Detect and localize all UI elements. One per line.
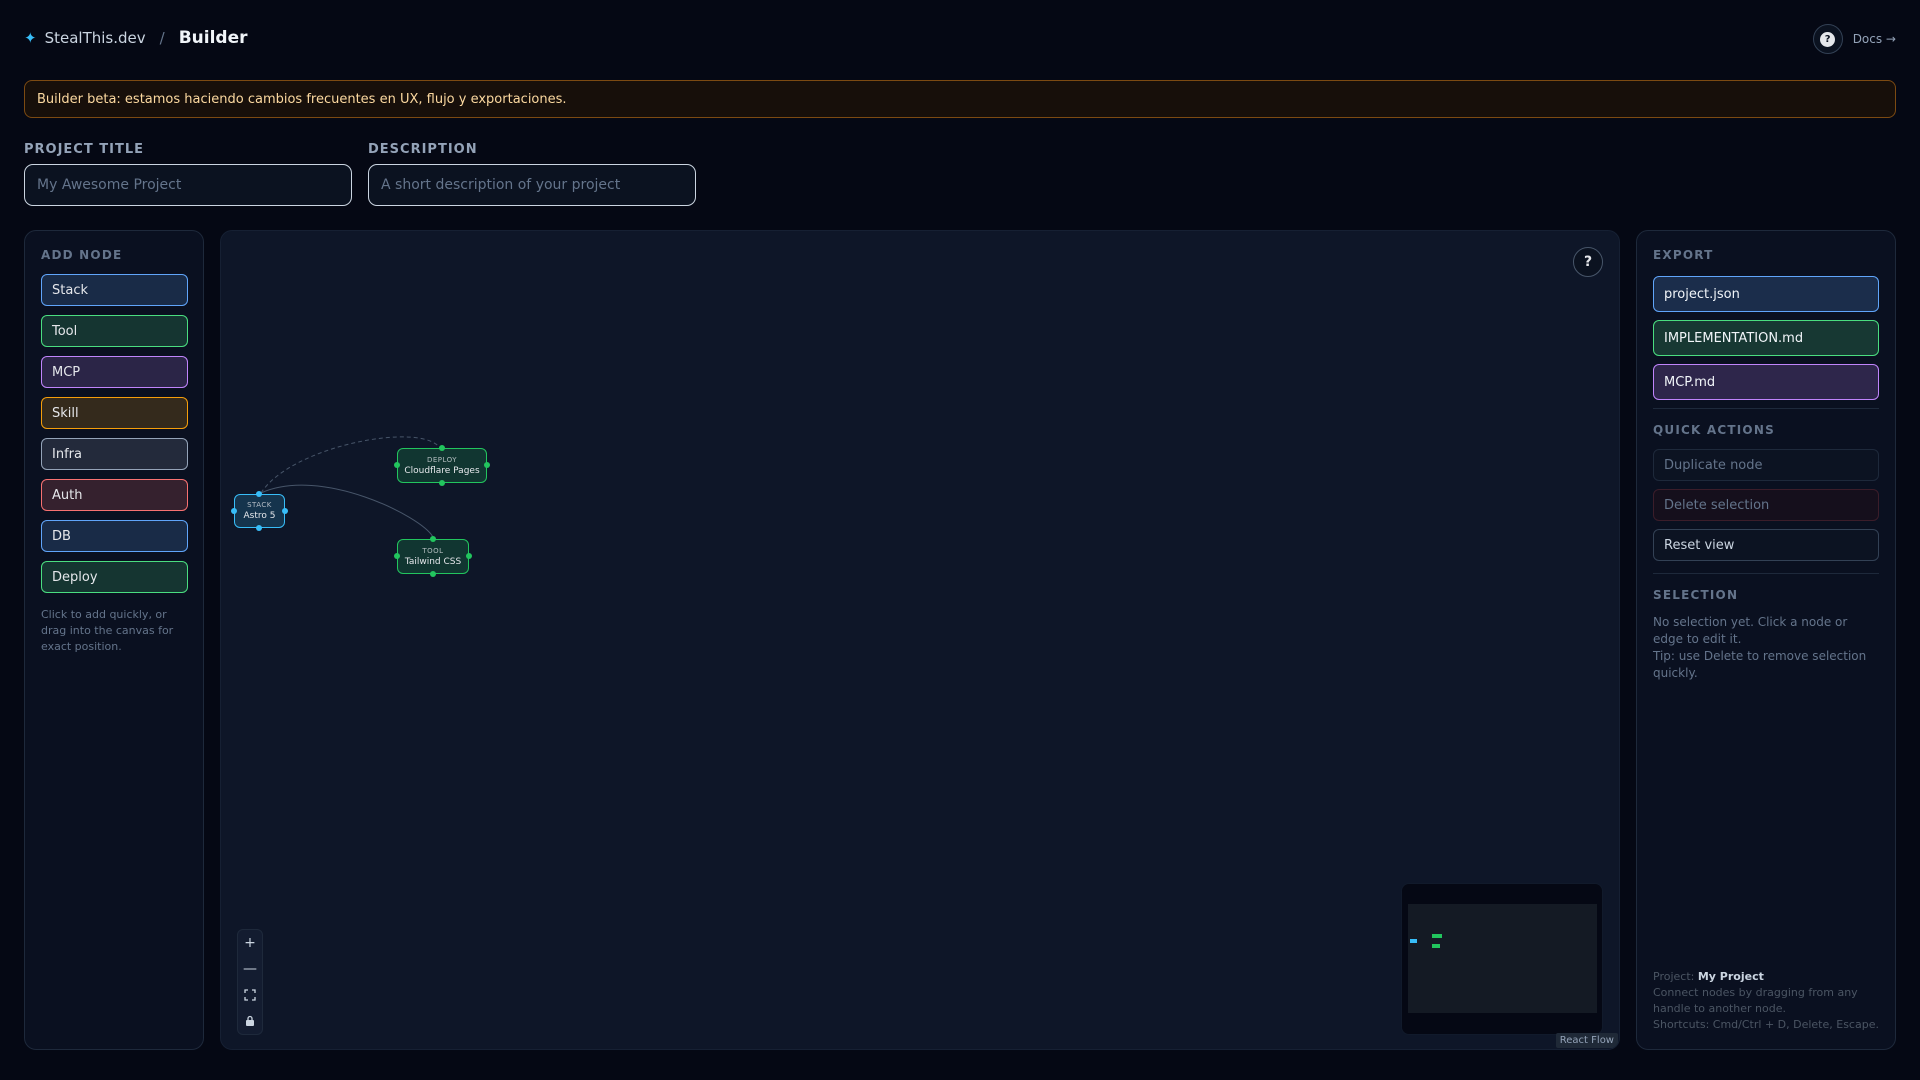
docs-link[interactable]: ? Docs → <box>1812 24 1896 54</box>
page-title: Builder <box>178 28 248 48</box>
add-node-deploy-button[interactable]: Deploy <box>41 561 188 593</box>
add-node-skill-button[interactable]: Skill <box>41 397 188 429</box>
minimap-node <box>1432 934 1442 938</box>
docs-label: Docs → <box>1852 32 1896 46</box>
node-handle[interactable] <box>231 508 237 514</box>
breadcrumb: ✦ StealThis.dev / Builder <box>24 28 247 48</box>
add-node-db-button[interactable]: DB <box>41 520 188 552</box>
export-list: project.json IMPLEMENTATION.md MCP.md <box>1653 276 1879 400</box>
node-handle[interactable] <box>439 480 445 486</box>
node-kind: TOOL <box>422 546 444 555</box>
app-header: ✦ StealThis.dev / Builder ? Docs → <box>24 24 1896 54</box>
add-node-stack-button[interactable]: Stack <box>41 274 188 306</box>
node-kind: DEPLOY <box>426 455 458 464</box>
project-label: Project: <box>1653 970 1695 983</box>
minimap[interactable] <box>1401 883 1603 1035</box>
node-name: Cloudflare Pages <box>404 465 480 476</box>
minimap-viewport <box>1408 904 1597 1013</box>
add-node-hint: Click to add quickly, or drag into the c… <box>41 608 174 653</box>
react-flow-attribution[interactable]: React Flow <box>1555 1033 1618 1048</box>
canvas-help-button[interactable]: ? <box>1573 247 1603 277</box>
connect-help-text: Connect nodes by dragging from any handl… <box>1653 986 1858 1015</box>
beta-banner: Builder beta: estamos haciendo cambios f… <box>24 80 1896 118</box>
node-handle[interactable] <box>256 491 262 497</box>
node-handle[interactable] <box>484 462 490 468</box>
zoom-controls: + — <box>237 929 263 1035</box>
zoom-out-button[interactable]: — <box>237 956 263 982</box>
description-input[interactable] <box>368 164 696 206</box>
quick-actions-title: QUICK ACTIONS <box>1653 423 1775 437</box>
project-title-label: PROJECT TITLE <box>24 142 144 157</box>
beta-banner-text: Builder beta: estamos haciendo cambios f… <box>37 91 567 107</box>
export-project-json-button[interactable]: project.json <box>1653 276 1879 312</box>
add-node-auth-button[interactable]: Auth <box>41 479 188 511</box>
description-label: DESCRIPTION <box>368 142 478 157</box>
fit-view-button[interactable] <box>237 982 263 1008</box>
export-mcp-md-button[interactable]: MCP.md <box>1653 364 1879 400</box>
node-handle[interactable] <box>466 553 472 559</box>
minimap-node <box>1410 939 1417 943</box>
node-kind: STACK <box>247 501 272 509</box>
fit-view-icon <box>244 989 256 1001</box>
export-title: EXPORT <box>1653 248 1714 262</box>
export-panel: EXPORT project.json IMPLEMENTATION.md MCP.… <box>1636 230 1896 1050</box>
node-handle[interactable] <box>394 462 400 468</box>
duplicate-node-button[interactable]: Duplicate node <box>1653 449 1879 481</box>
site-name-link[interactable]: StealThis.dev <box>45 29 146 47</box>
lock-icon <box>246 1015 254 1026</box>
lock-button[interactable] <box>237 1008 263 1034</box>
add-node-title: ADD NODE <box>41 248 123 262</box>
sparkle-icon: ✦ <box>24 29 37 47</box>
divider <box>1653 408 1879 409</box>
node-handle[interactable] <box>256 525 262 531</box>
node-name: Tailwind CSS <box>404 556 462 567</box>
add-node-mcp-button[interactable]: MCP <box>41 356 188 388</box>
add-node-panel: ADD NODE Stack Tool MCP Skill Infra Auth DB Dep… <box>24 230 204 1050</box>
selection-title: SELECTION <box>1653 588 1739 602</box>
node-name: Astro 5 <box>243 511 276 521</box>
node-handle[interactable] <box>394 553 400 559</box>
shortcuts-text: Shortcuts: Cmd/Ctrl + D, Delete, Escape. <box>1653 1018 1879 1031</box>
project-footer: Project: My Project Connect nodes by dra… <box>1653 969 1879 1033</box>
add-node-list: Stack Tool MCP Skill Infra Auth DB Deploy <box>41 274 188 593</box>
selection-tip-text: Tip: use Delete to remove selection quic… <box>1653 649 1867 680</box>
zoom-in-button[interactable]: + <box>237 930 263 956</box>
export-implementation-md-button[interactable]: IMPLEMENTATION.md <box>1653 320 1879 356</box>
flow-node-stack[interactable]: STACK Astro 5 <box>234 494 285 528</box>
flow-node-tool[interactable]: TOOL Tailwind CSS <box>397 539 469 574</box>
add-node-tool-button[interactable]: Tool <box>41 315 188 347</box>
minimap-node <box>1432 944 1440 948</box>
help-button[interactable]: ? <box>1812 24 1843 54</box>
node-handle[interactable] <box>430 536 436 542</box>
project-name: My Project <box>1697 970 1764 983</box>
flow-node-deploy[interactable]: DEPLOY Cloudflare Pages <box>397 448 487 483</box>
selection-info: No selection yet. Click a node or edge t… <box>1653 614 1879 682</box>
add-node-infra-button[interactable]: Infra <box>41 438 188 470</box>
selection-empty-text: No selection yet. Click a node or edge t… <box>1653 615 1848 646</box>
reset-view-button[interactable]: Reset view <box>1653 529 1879 561</box>
flow-canvas[interactable]: STACK Astro 5 DEPLOY Cloudflare Pages TO… <box>220 230 1620 1050</box>
node-handle[interactable] <box>282 508 288 514</box>
project-title-input[interactable] <box>24 164 352 206</box>
breadcrumb-separator: / <box>159 29 165 47</box>
divider <box>1653 573 1879 574</box>
delete-selection-button[interactable]: Delete selection <box>1653 489 1879 521</box>
node-handle[interactable] <box>430 571 436 577</box>
node-handle[interactable] <box>439 445 445 451</box>
question-icon: ? <box>1820 31 1836 47</box>
